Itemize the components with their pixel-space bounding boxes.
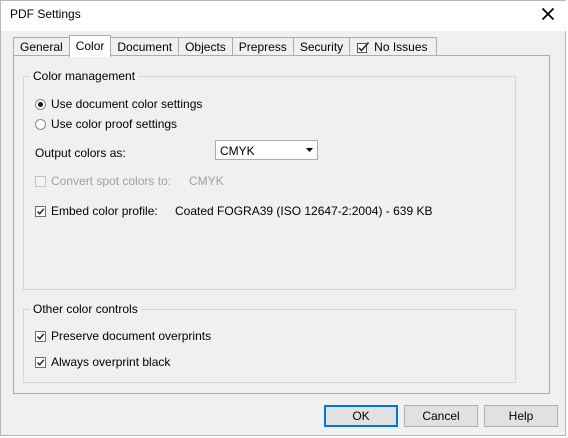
output-colors-select[interactable]: CMYK — [215, 140, 318, 160]
label-text: Output colors as: — [35, 146, 126, 160]
use-document-color-settings-radio[interactable]: Use document color settings — [35, 97, 202, 111]
checkmark-icon — [36, 358, 45, 366]
help-button[interactable]: Help — [484, 405, 558, 427]
color-management-group: Color management Use document color sett… — [23, 69, 516, 290]
checkbox-label: Always overprint black — [51, 355, 171, 369]
checkbox-box — [35, 175, 46, 187]
chevron-down-icon — [306, 148, 313, 152]
close-icon — [541, 7, 555, 21]
disabled-value: CMYK — [189, 174, 224, 188]
checkbox-label: Preserve document overprints — [51, 329, 212, 343]
color-tab-panel: Color management Use document color sett… — [13, 55, 550, 394]
tab-document[interactable]: Document — [110, 37, 180, 57]
select-value: CMYK — [220, 144, 255, 158]
embed-color-profile-checkbox[interactable]: Embed color profile: — [35, 204, 158, 218]
tab-label: Prepress — [238, 40, 287, 54]
tab-prepress[interactable]: Prepress — [231, 37, 294, 57]
radio-indicator — [35, 118, 46, 130]
tab-no-issues[interactable]: No Issues — [349, 37, 437, 57]
window-title: PDF Settings — [10, 7, 81, 21]
tab-general[interactable]: General — [13, 37, 70, 57]
use-color-proof-settings-radio[interactable]: Use color proof settings — [35, 117, 177, 131]
profile-text: Coated FOGRA39 (ISO 12647-2:2004) - 639 … — [175, 204, 433, 218]
title-bar[interactable]: PDF Settings — [1, 1, 567, 31]
radio-label: Use document color settings — [51, 97, 203, 111]
tab-label: Color — [75, 39, 105, 53]
checkbox-box — [35, 330, 46, 342]
embedded-profile-name: Coated FOGRA39 (ISO 12647-2:2004) - 639 … — [175, 204, 432, 218]
pdf-settings-dialog: PDF Settings General Color Document Obje… — [0, 0, 567, 436]
tab-objects[interactable]: Objects — [178, 37, 233, 57]
checkbox-label: Embed color profile: — [51, 204, 158, 218]
spot-conversion-value: CMYK — [189, 174, 224, 188]
tab-strip: General Color Document Objects Prepress … — [13, 35, 437, 57]
tab-label: General — [20, 40, 63, 54]
convert-spot-colors-checkbox[interactable]: Convert spot colors to: — [35, 174, 171, 188]
tab-security[interactable]: Security — [292, 37, 351, 57]
checkbox-label: Convert spot colors to: — [51, 174, 172, 188]
checkbox-box — [35, 356, 46, 368]
tab-color[interactable]: Color — [68, 35, 112, 57]
tab-label: No Issues — [374, 40, 428, 54]
group-legend: Other color controls — [30, 302, 141, 316]
output-colors-label: Output colors as: — [35, 146, 126, 160]
checkmark-icon — [36, 207, 45, 215]
preserve-document-overprints-checkbox[interactable]: Preserve document overprints — [35, 329, 211, 343]
tab-label: Security — [299, 40, 344, 54]
tab-label: Objects — [185, 40, 226, 54]
group-legend: Color management — [30, 69, 139, 83]
other-color-controls-group: Other color controls Preserve document o… — [23, 302, 516, 383]
checkbox-box — [35, 205, 46, 217]
close-button[interactable] — [535, 3, 561, 25]
ok-button[interactable]: OK — [324, 405, 398, 427]
cancel-button[interactable]: Cancel — [404, 405, 478, 427]
always-overprint-black-checkbox[interactable]: Always overprint black — [35, 355, 170, 369]
radio-label: Use color proof settings — [51, 117, 178, 131]
preflight-check-icon — [357, 42, 370, 54]
radio-indicator — [35, 98, 46, 110]
tab-label: Document — [117, 40, 173, 54]
checkmark-icon — [36, 332, 45, 340]
